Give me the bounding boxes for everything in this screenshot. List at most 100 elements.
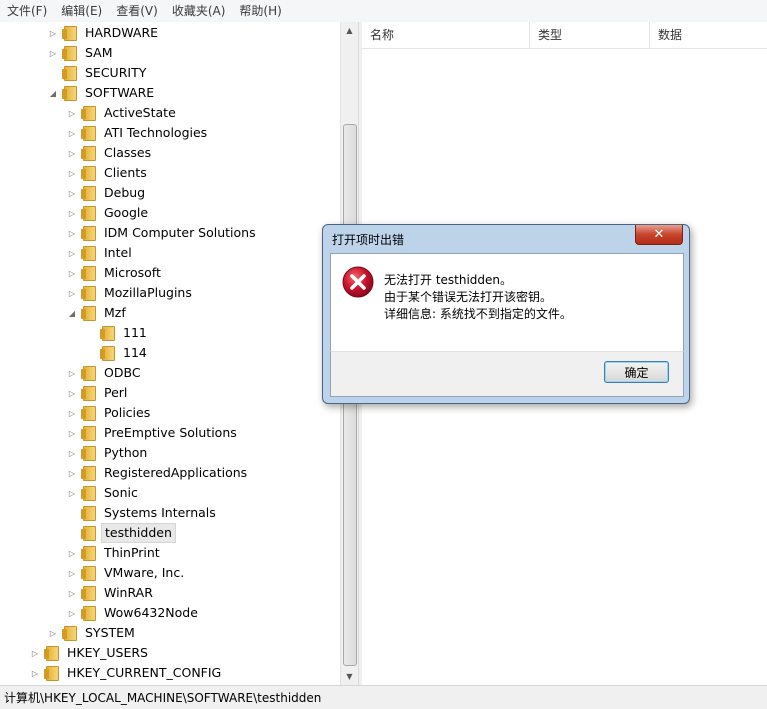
tree-item[interactable]: ▷ Sonic	[67, 483, 141, 503]
tree-item[interactable]: ▷ Wow6432Node	[67, 603, 201, 623]
tree-item-label: Microsoft	[104, 265, 161, 280]
tree-item[interactable]: ▷ WinRAR	[67, 583, 156, 603]
dialog-body: 无法打开 testhidden。 由于某个错误无法打开该密钥。 详细信息: 系统…	[330, 253, 684, 352]
expand-arrow-icon[interactable]: ▷	[48, 628, 58, 638]
folder-icon	[81, 226, 97, 241]
tree-item-label: HKEY_CURRENT_CONFIG	[67, 665, 222, 680]
tree-item-label: Perl	[104, 385, 128, 400]
expand-arrow-icon[interactable]: ▷	[67, 448, 77, 458]
expand-arrow-icon[interactable]: ▷	[67, 588, 77, 598]
tree-item[interactable]: ▷ Policies	[67, 403, 153, 423]
collapse-arrow-icon[interactable]: ◢	[48, 88, 58, 98]
expand-arrow-icon[interactable]: ▷	[67, 568, 77, 578]
expand-arrow-icon[interactable]: ▷	[48, 28, 58, 38]
tree-item[interactable]: ▷ ODBC	[67, 363, 144, 383]
tree-item[interactable]: ▷ IDM Computer Solutions	[67, 223, 259, 243]
tree-item-label: SOFTWARE	[85, 85, 155, 100]
tree-item[interactable]: ▷ SAM	[48, 43, 116, 63]
expand-arrow-icon[interactable]: ▷	[67, 128, 77, 138]
scroll-down-arrow-icon[interactable]: ▼	[341, 668, 358, 685]
tree-item-label: ThinPrint	[104, 545, 160, 560]
expand-arrow-icon[interactable]: ▷	[67, 408, 77, 418]
scroll-up-arrow-icon[interactable]: ▲	[341, 22, 358, 39]
tree-item[interactable]: ▷ RegisteredApplications	[67, 463, 250, 483]
tree-item[interactable]: ▷ PreEmptive Solutions	[67, 423, 240, 443]
expand-arrow-icon[interactable]: ▷	[67, 288, 77, 298]
tree-item[interactable]: ▷ SYSTEM	[48, 623, 138, 643]
expand-arrow-icon[interactable]: ▷	[67, 488, 77, 498]
tree-item-label: Python	[104, 445, 148, 460]
menu-item[interactable]: 编辑(E)	[54, 0, 109, 22]
expand-arrow-icon[interactable]: ▷	[67, 108, 77, 118]
dialog-close-button[interactable]: ✕	[635, 225, 683, 245]
tree-item[interactable]: ▷ HARDWARE	[48, 23, 161, 43]
tree-item-label: Google	[104, 205, 149, 220]
expand-arrow-icon[interactable]: ▷	[30, 668, 40, 678]
tree-item[interactable]: ◢ SOFTWARE	[48, 83, 157, 103]
menu-item[interactable]: 帮助(H)	[232, 0, 288, 22]
collapse-arrow-icon[interactable]: ◢	[67, 308, 77, 318]
tree-item[interactable]: ◢ Mzf	[67, 303, 129, 323]
folder-icon	[81, 106, 97, 121]
tree-item[interactable]: ▷ MozillaPlugins	[67, 283, 195, 303]
tree-item[interactable]: ▷ ThinPrint	[67, 543, 163, 563]
tree-item[interactable]: ▷ Debug	[67, 183, 148, 203]
error-dialog: 打开项时出错 ✕ 无法打开 testhidden。 由于某个错误无法打开该密钥。…	[322, 224, 690, 404]
expand-arrow-icon[interactable]: ▷	[30, 648, 40, 658]
tree-item-label: Intel	[104, 245, 132, 260]
expand-arrow-icon[interactable]: ▷	[67, 228, 77, 238]
folder-icon	[62, 86, 78, 101]
folder-icon	[62, 626, 78, 641]
expand-arrow-icon[interactable]: ▷	[67, 608, 77, 618]
menu-item[interactable]: 收藏夹(A)	[165, 0, 233, 22]
tree-item[interactable]: ▷ HKEY_CURRENT_CONFIG	[30, 663, 224, 683]
tree-item[interactable]: testhidden	[67, 523, 176, 543]
menu-item[interactable]: 查看(V)	[109, 0, 165, 22]
tree-item[interactable]: ▷ Microsoft	[67, 263, 164, 283]
tree-item-label: ODBC	[104, 365, 141, 380]
tree-item-label: 114	[123, 345, 147, 360]
tree-item[interactable]: ▷ Intel	[67, 243, 135, 263]
tree-item[interactable]: ▷ Google	[67, 203, 151, 223]
expand-arrow-icon[interactable]: ▷	[67, 388, 77, 398]
column-header-type[interactable]: 类型	[530, 22, 650, 48]
expand-arrow-icon[interactable]: ▷	[67, 188, 77, 198]
tree-item[interactable]: ▷ VMware, Inc.	[67, 563, 187, 583]
expand-arrow-icon[interactable]: ▷	[67, 368, 77, 378]
menu-bar: 文件(F) 编辑(E) 查看(V) 收藏夹(A) 帮助(H)	[0, 0, 767, 23]
tree-item[interactable]: ▷ HKEY_USERS	[30, 643, 151, 663]
ok-button[interactable]: 确定	[604, 361, 669, 383]
expand-arrow-icon[interactable]: ▷	[67, 428, 77, 438]
tree-item-label: SECURITY	[85, 65, 147, 80]
tree-item[interactable]: Systems Internals	[67, 503, 219, 523]
folder-icon	[81, 506, 97, 521]
tree-item-label: WinRAR	[104, 585, 153, 600]
tree-item[interactable]: ▷ Perl	[67, 383, 130, 403]
folder-icon	[81, 586, 97, 601]
menu-item[interactable]: 文件(F)	[0, 0, 54, 22]
tree-item[interactable]: 114	[86, 343, 150, 363]
folder-icon	[81, 366, 97, 381]
tree-item[interactable]: ▷ ActiveState	[67, 103, 179, 123]
tree-item[interactable]: 111	[86, 323, 150, 343]
tree-item[interactable]: ▷ Python	[67, 443, 150, 463]
tree-item[interactable]: ▷ Clients	[67, 163, 150, 183]
tree-item-label: 111	[123, 325, 147, 340]
tree-item[interactable]: ▷ Classes	[67, 143, 154, 163]
folder-icon	[100, 326, 116, 341]
expand-arrow-icon[interactable]: ▷	[67, 248, 77, 258]
tree-item[interactable]: SECURITY	[48, 63, 149, 83]
expand-arrow-icon[interactable]: ▷	[67, 168, 77, 178]
column-header-data[interactable]: 数据	[650, 22, 767, 48]
expand-arrow-icon[interactable]: ▷	[48, 48, 58, 58]
expand-arrow-icon[interactable]: ▷	[67, 148, 77, 158]
expand-arrow-icon[interactable]: ▷	[67, 268, 77, 278]
status-bar: 计算机\HKEY_LOCAL_MACHINE\SOFTWARE\testhidd…	[0, 685, 767, 709]
expand-arrow-icon[interactable]: ▷	[67, 548, 77, 558]
expand-arrow-icon[interactable]: ▷	[67, 468, 77, 478]
column-header-name[interactable]: 名称	[362, 22, 530, 48]
expand-arrow-icon[interactable]: ▷	[67, 208, 77, 218]
tree-item[interactable]: ▷ ATI Technologies	[67, 123, 210, 143]
